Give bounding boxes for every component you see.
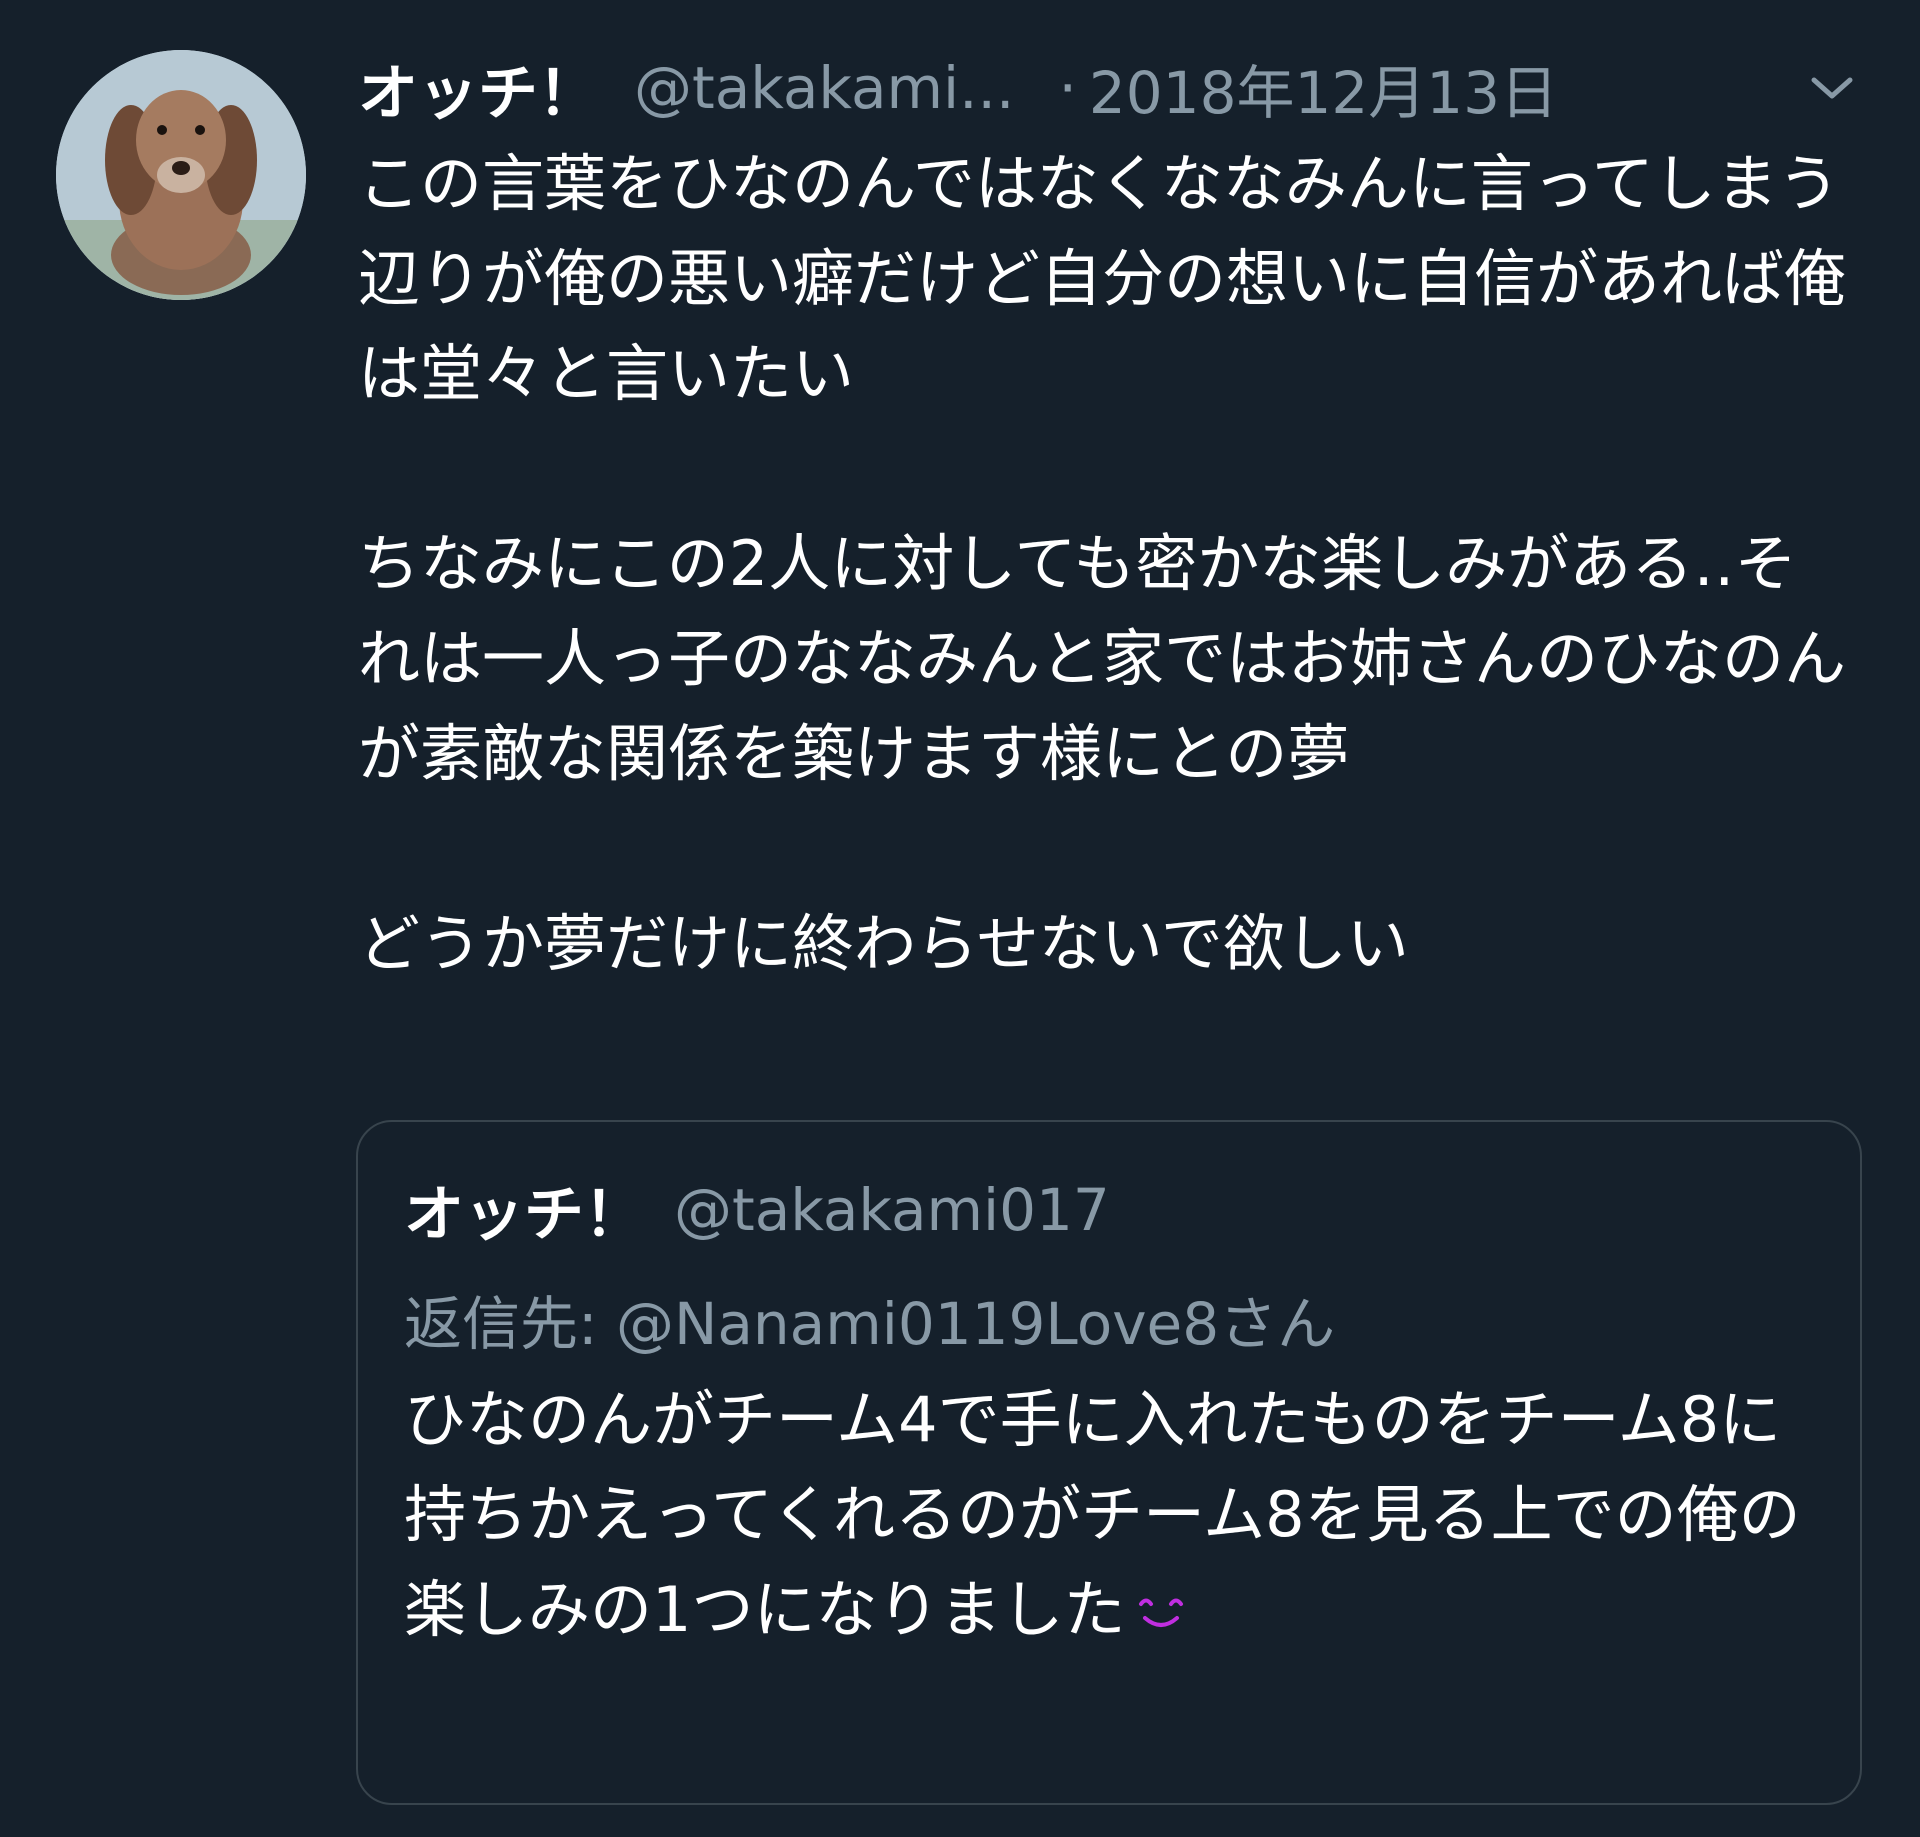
dog-avatar-icon: [56, 50, 306, 300]
smiling-face-icon: [1139, 1598, 1184, 1627]
quoted-tweet-header: オッチ！ @takakami017: [404, 1166, 1110, 1253]
tweet-content: オッチ！ @takakami... · 2018年12月13日 この言葉をひなの…: [358, 40, 1858, 991]
quoted-tweet-text: ひなのんがチーム4で手に入れたものをチーム8に持ちかえってくれるのがチーム8を見…: [404, 1383, 1801, 1646]
tweet-body: この言葉をひなのんではなくななみんに言ってしまう辺りが俺の悪い癖だけど自分の想い…: [358, 147, 1847, 980]
user-handle[interactable]: @takakami...: [634, 54, 1014, 122]
avatar[interactable]: [56, 50, 306, 300]
reply-to-label: 返信先: @Nanami0119Love8さん: [404, 1290, 1336, 1358]
tweet-header: オッチ！ @takakami... · 2018年12月13日: [358, 40, 1858, 136]
quoted-user-handle: @takakami017: [674, 1175, 1110, 1244]
quoted-tweet-body: ひなのんがチーム4で手に入れたものをチーム8に持ちかえってくれるのがチーム8を見…: [404, 1372, 1824, 1657]
quoted-display-name: オッチ！: [404, 1180, 644, 1250]
separator-dot: ·: [1058, 54, 1077, 122]
tweet-date[interactable]: 2018年12月13日: [1089, 46, 1558, 130]
tweet[interactable]: オッチ！ @takakami... · 2018年12月13日 この言葉をひなの…: [0, 0, 1920, 1837]
chevron-down-icon[interactable]: [1804, 66, 1860, 110]
quoted-tweet-card[interactable]: オッチ！ @takakami017 返信先: @Nanami0119Love8さ…: [356, 1120, 1862, 1805]
display-name[interactable]: オッチ！: [358, 45, 598, 132]
